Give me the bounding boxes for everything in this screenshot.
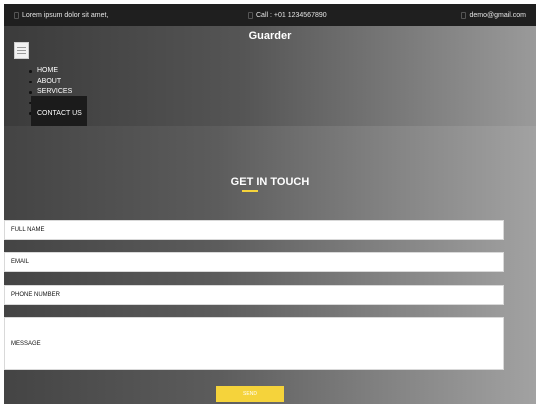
phone-number-input[interactable]: PHONE NUMBER xyxy=(4,285,504,305)
header: Guarder HOME ABOUT SERVICES CONTACT US xyxy=(4,26,536,130)
hamburger-line xyxy=(17,50,26,51)
full-name-placeholder: FULL NAME xyxy=(11,227,45,233)
nav-item-contact-us[interactable]: CONTACT US xyxy=(31,96,87,130)
section-title: GET IN TOUCH xyxy=(230,176,310,188)
topbar-call[interactable]: Call : +01 1234567890 xyxy=(248,4,327,26)
location-icon xyxy=(14,11,19,19)
hamburger-line xyxy=(17,47,26,48)
contact-section: GET IN TOUCH FULL NAME EMAIL PHONE NUMBE… xyxy=(4,126,536,404)
brand-logo[interactable]: Guarder xyxy=(4,30,536,42)
email-input[interactable]: EMAIL xyxy=(4,252,504,272)
top-bar: Lorem ipsum dolor sit amet, Call : +01 1… xyxy=(4,4,536,26)
topbar-location: Lorem ipsum dolor sit amet, xyxy=(14,4,108,26)
topbar-email-text: demo@gmail.com xyxy=(469,11,526,19)
page: Lorem ipsum dolor sit amet, Call : +01 1… xyxy=(4,4,536,404)
mail-icon xyxy=(461,11,467,19)
title-underline xyxy=(242,190,258,192)
email-placeholder: EMAIL xyxy=(11,259,30,265)
topbar-left-text: Lorem ipsum dolor sit amet, xyxy=(22,11,109,19)
phone-placeholder: PHONE NUMBER xyxy=(11,292,61,298)
full-name-input[interactable]: FULL NAME xyxy=(4,220,504,240)
topbar-email[interactable]: demo@gmail.com xyxy=(461,4,526,26)
message-placeholder: MESSAGE xyxy=(11,340,41,347)
phone-icon xyxy=(248,11,253,19)
topbar-call-text: Call : +01 1234567890 xyxy=(256,11,327,19)
message-textarea[interactable]: MESSAGE xyxy=(4,317,504,370)
nav-item-home[interactable]: HOME xyxy=(29,66,72,77)
nav-item-about[interactable]: ABOUT xyxy=(29,77,72,88)
send-button[interactable]: SEND xyxy=(216,386,284,402)
menu-toggle-button[interactable] xyxy=(14,42,29,59)
hamburger-line xyxy=(17,53,26,54)
